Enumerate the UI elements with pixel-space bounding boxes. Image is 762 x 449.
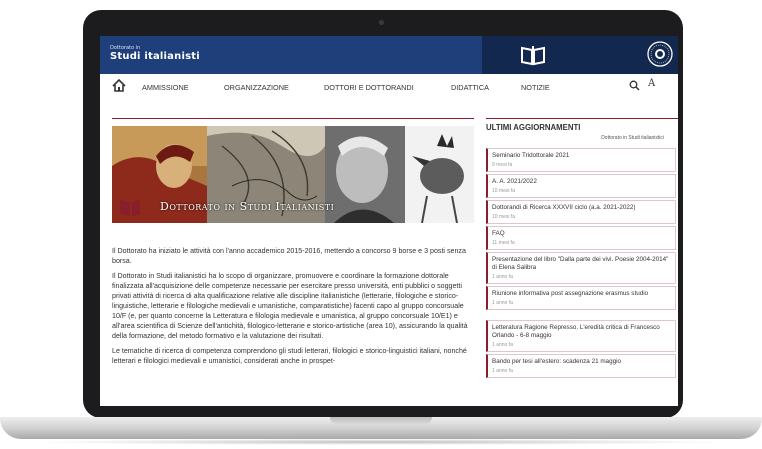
site-title[interactable]: Studi italianisti bbox=[110, 51, 200, 62]
nav-item-didattica[interactable]: DIDATTICA bbox=[451, 83, 489, 92]
news-item-date: 1 anno fa bbox=[492, 342, 513, 348]
open-book-icon[interactable] bbox=[520, 44, 546, 66]
news-item-title[interactable]: Presentazione del libro "Dalla parte dei… bbox=[492, 256, 672, 272]
main-navigation: AMMISSIONE ORGANIZZAZIONE DOTTORI E DOTT… bbox=[100, 74, 678, 98]
university-seal-icon[interactable] bbox=[646, 40, 674, 68]
news-item-title[interactable]: FAQ bbox=[492, 230, 672, 238]
laptop-shadow bbox=[30, 439, 732, 445]
paragraph-3: Le tematiche di ricerca di competenza co… bbox=[112, 347, 467, 365]
news-item-title[interactable]: Seminario Tridottorale 2021 bbox=[492, 152, 672, 160]
aside-title: ULTIMI AGGIORNAMENTI bbox=[486, 123, 581, 132]
nav-item-ammissione[interactable]: AMMISSIONE bbox=[142, 83, 189, 92]
news-item[interactable]: Dottorandi di Ricerca XXXVII ciclo (a.a.… bbox=[486, 200, 676, 224]
laptop-frame: Dottorato in Studi italianisti AMMISSION bbox=[83, 10, 683, 418]
news-item-title[interactable]: Letteratura Ragione Represso. L'eredità … bbox=[492, 324, 672, 340]
news-item-date: 10 mesi fa bbox=[492, 214, 516, 220]
news-item[interactable]: Riunione informativa post assegnazione e… bbox=[486, 286, 676, 310]
news-item-date: 1 anno fa bbox=[492, 274, 513, 280]
news-item-title[interactable]: Dottorandi di Ricerca XXXVII ciclo (a.a.… bbox=[492, 204, 672, 212]
laptop-notch bbox=[330, 417, 432, 424]
paragraph-1: Il Dottorato ha iniziato le attività con… bbox=[112, 247, 466, 265]
nav-item-notizie[interactable]: NOTIZIE bbox=[521, 83, 550, 92]
news-item[interactable]: Bando per tesi all'estero: scadenza 21 m… bbox=[486, 354, 676, 378]
news-item-date: 11 mesi fa bbox=[492, 240, 515, 246]
home-icon[interactable] bbox=[112, 79, 126, 92]
font-size-icon[interactable]: A bbox=[648, 78, 655, 89]
aside-divider bbox=[486, 118, 678, 119]
news-item[interactable]: FAQ 11 mesi fa bbox=[486, 226, 676, 250]
news-item-title[interactable]: Bando per tesi all'estero: scadenza 21 m… bbox=[492, 358, 672, 366]
hero-banner: Dottorato in Studi Italianisti bbox=[112, 126, 474, 223]
news-item-date: 1 anno fa bbox=[492, 300, 513, 306]
news-item-date: 10 mesi fa bbox=[492, 188, 516, 194]
news-item-date: 9 mesi fa bbox=[492, 162, 513, 168]
news-item[interactable]: Seminario Tridottorale 2021 9 mesi fa bbox=[486, 148, 676, 172]
news-item[interactable]: Letteratura Ragione Represso. L'eredità … bbox=[486, 320, 676, 352]
news-item-date: 1 anno fa bbox=[492, 368, 513, 374]
content-divider bbox=[112, 118, 474, 119]
banner-caption: Dottorato in Studi Italianisti bbox=[160, 200, 335, 213]
nav-item-dottori[interactable]: DOTTORI E DOTTORANDI bbox=[324, 83, 414, 92]
intro-text: Il Dottorato ha iniziato le attività con… bbox=[112, 246, 474, 371]
paragraph-2: Il Dottorato in Studi italianistici ha l… bbox=[112, 272, 468, 340]
camera-dot bbox=[379, 20, 384, 25]
nav-item-organizzazione[interactable]: ORGANIZZAZIONE bbox=[224, 83, 289, 92]
news-item[interactable]: Presentazione del libro "Dalla parte dei… bbox=[486, 252, 676, 284]
laptop-base bbox=[0, 417, 762, 439]
browser-screen: Dottorato in Studi italianisti AMMISSION bbox=[100, 36, 678, 406]
news-item[interactable]: A. A. 2021/2022 10 mesi fa bbox=[486, 174, 676, 198]
site-header: Dottorato in Studi italianisti bbox=[100, 36, 678, 74]
search-icon[interactable] bbox=[629, 80, 640, 91]
news-item-title[interactable]: A. A. 2021/2022 bbox=[492, 178, 672, 186]
news-item-title[interactable]: Riunione informativa post assegnazione e… bbox=[492, 290, 672, 298]
aside-subtitle: Dottorato in Studi italianistici bbox=[601, 135, 664, 141]
